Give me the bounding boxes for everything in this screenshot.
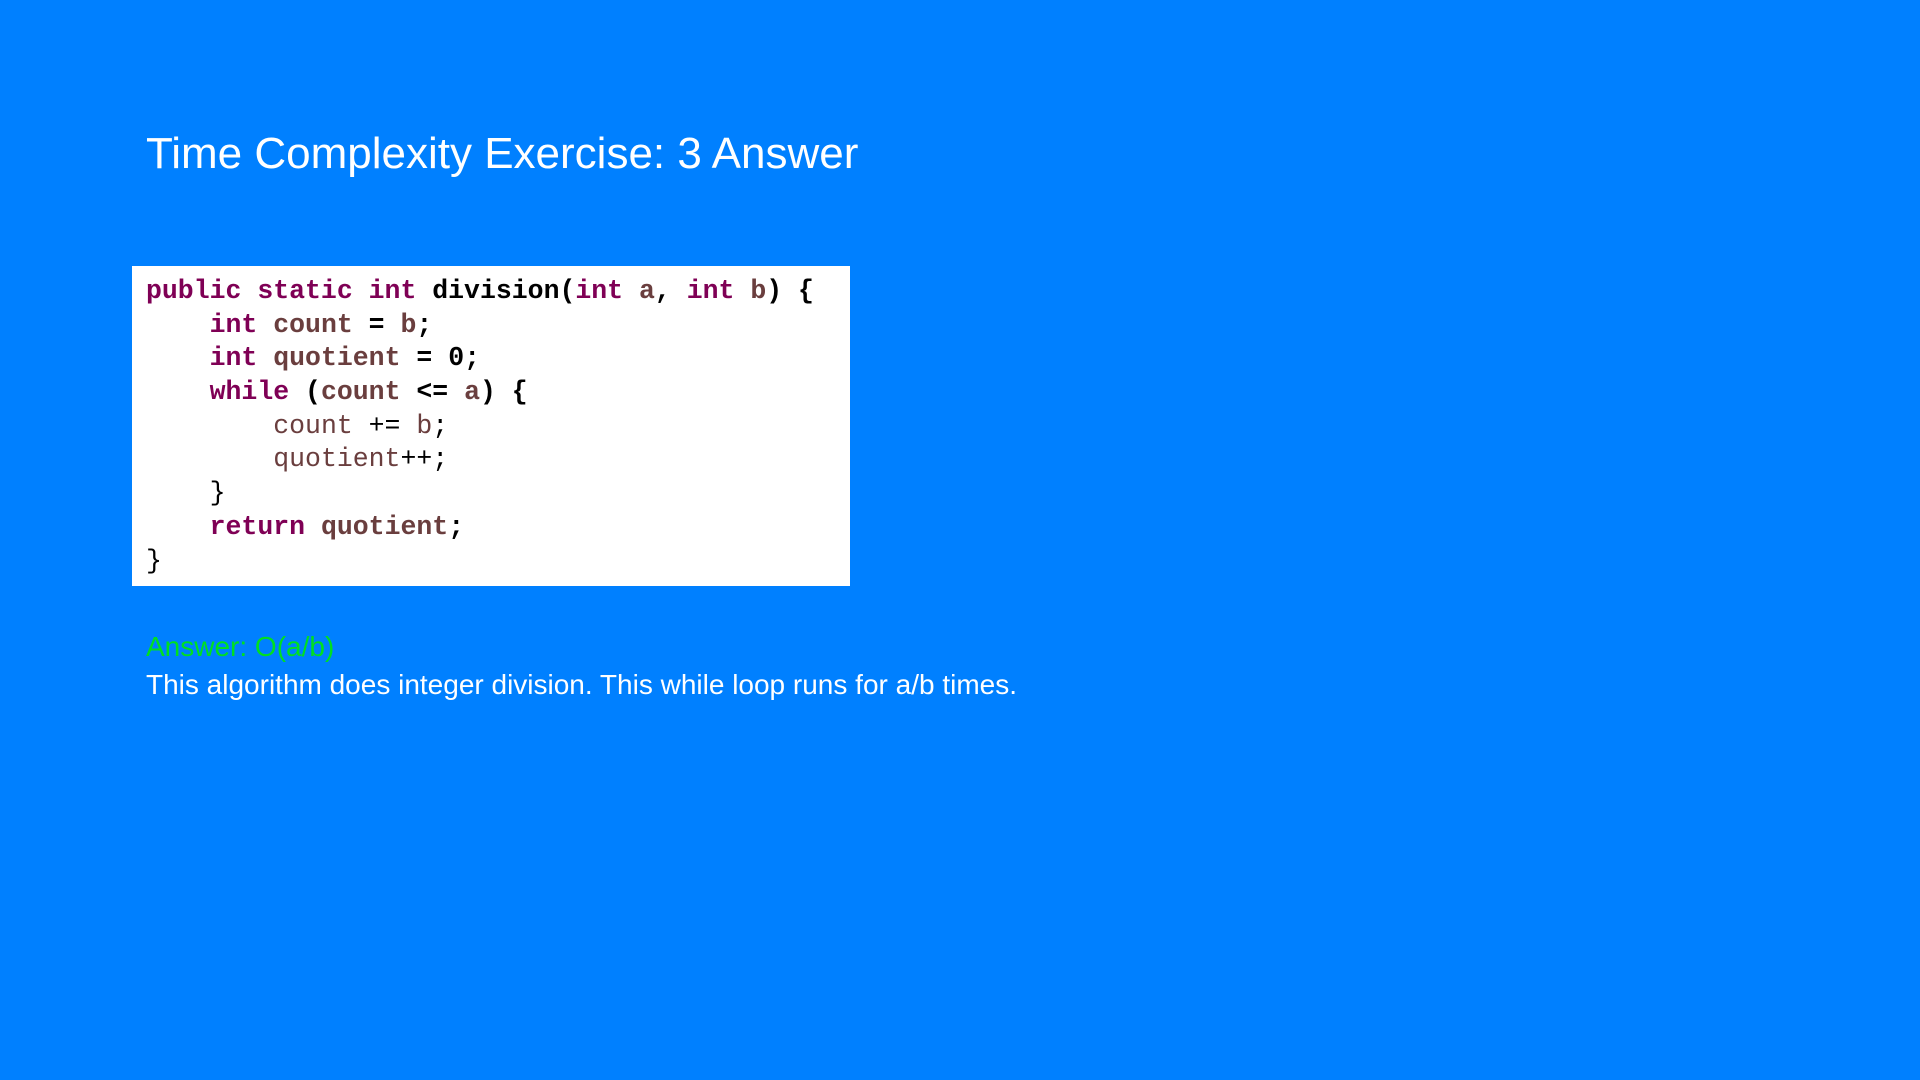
code-line: int quotient = 0;: [146, 342, 850, 376]
code-token: b: [750, 276, 767, 306]
code-token: public static int: [146, 276, 433, 306]
code-line: quotient++;: [146, 443, 850, 477]
code-token: int: [575, 276, 639, 306]
code-token: a: [464, 377, 480, 408]
code-line: }: [146, 545, 850, 579]
code-token: ++;: [400, 444, 449, 475]
code-token: ) {: [480, 377, 528, 408]
code-token: }: [146, 478, 226, 509]
code-token: ;: [432, 410, 449, 441]
code-token: count: [273, 309, 353, 340]
code-line: int count = b;: [146, 309, 850, 343]
code-token: return: [209, 511, 306, 542]
code-token: division(: [432, 276, 576, 306]
code-token: ;: [416, 309, 433, 340]
code-line: count += b;: [146, 410, 850, 444]
code-token: while: [209, 377, 290, 408]
code-token: (: [289, 377, 321, 408]
answer-explanation: This algorithm does integer division. Th…: [146, 669, 1017, 700]
answer-label: Answer: O(a/b): [146, 631, 335, 662]
code-token: ;: [448, 511, 465, 542]
code-block: public static int division(int a, int b)…: [132, 266, 850, 586]
code-token: +=: [352, 410, 417, 441]
code-token: quotient: [273, 343, 401, 374]
code-line: public static int division(int a, int b)…: [146, 275, 850, 309]
code-token: }: [146, 545, 162, 576]
code-token: a: [639, 276, 655, 306]
code-token: int: [209, 309, 274, 340]
code-token: b: [400, 309, 417, 340]
code-token: quotient: [273, 444, 401, 475]
slide-title: Time Complexity Exercise: 3 Answer: [146, 129, 859, 178]
code-token: b: [416, 410, 433, 441]
code-token: ,: [654, 276, 687, 306]
code-token: <=: [400, 377, 465, 408]
code-token: ) {: [766, 276, 814, 306]
code-line: }: [146, 477, 850, 511]
code-token: int: [209, 343, 274, 374]
code-token: count: [320, 377, 401, 408]
code-token: quotient: [320, 511, 449, 542]
code-line: return quotient;: [146, 511, 850, 545]
code-line: while (count <= a) {: [146, 376, 850, 410]
code-token: =: [352, 309, 401, 340]
code-token: = 0;: [400, 343, 480, 374]
code-token: count: [273, 410, 353, 441]
code-token: int: [686, 276, 751, 306]
